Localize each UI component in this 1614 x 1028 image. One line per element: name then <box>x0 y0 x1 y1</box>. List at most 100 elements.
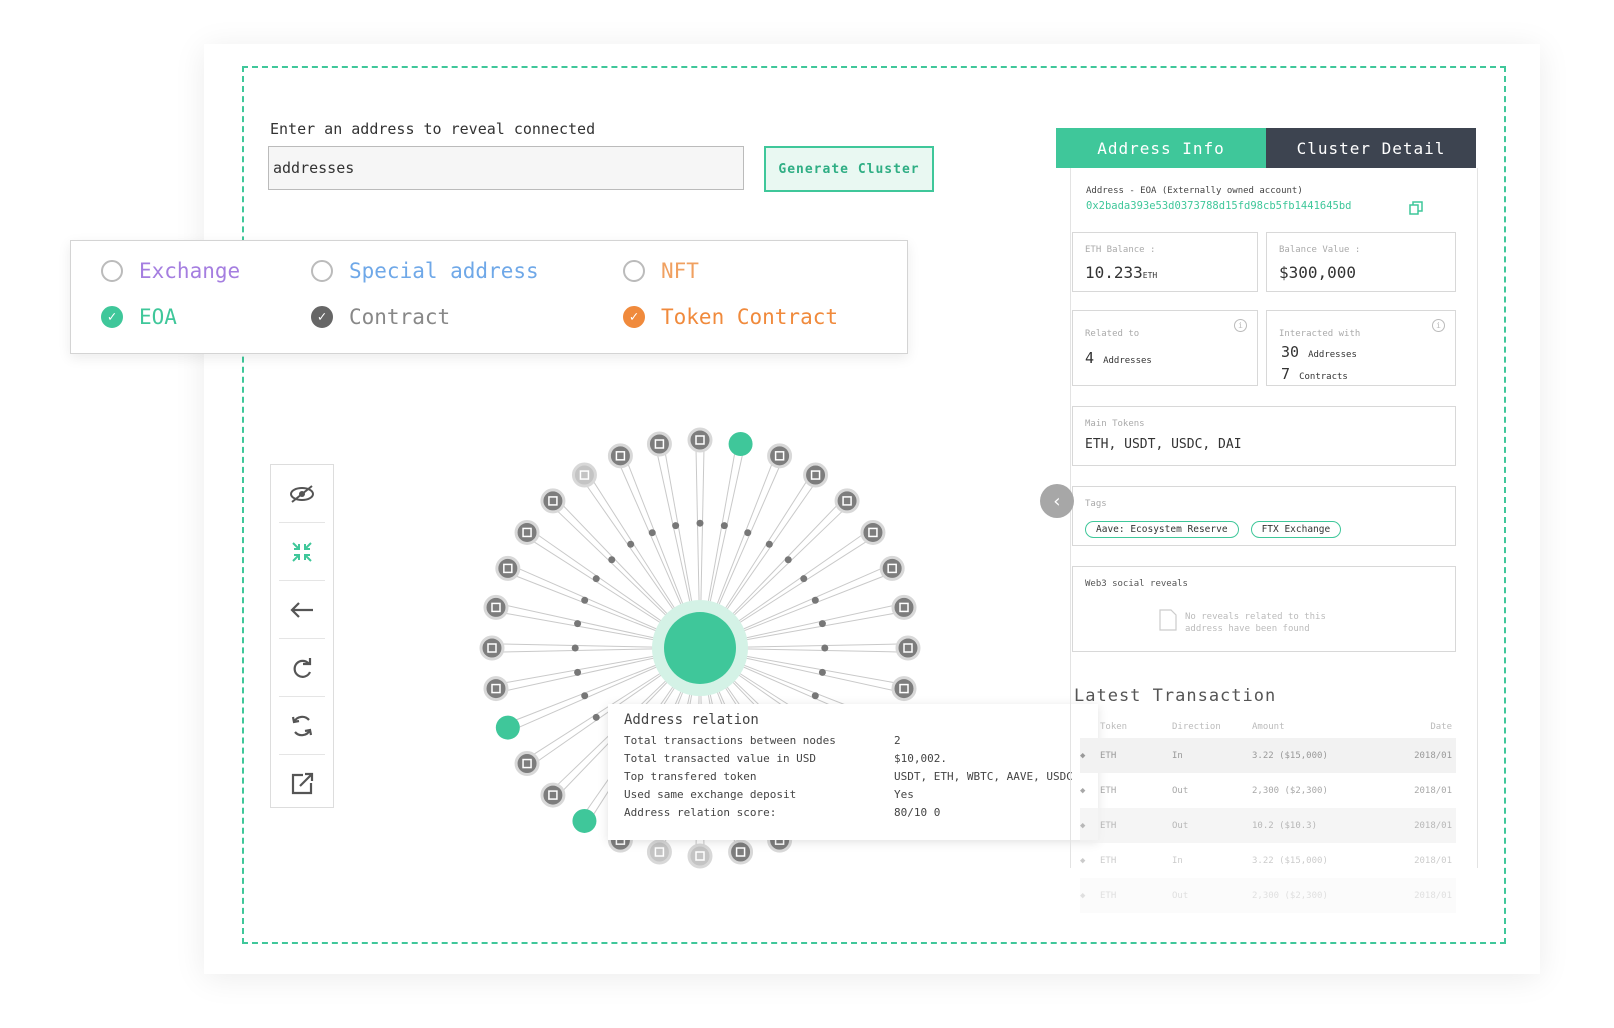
info-icon[interactable]: i <box>1432 319 1445 332</box>
tooltip-row-value: $10,002. <box>894 752 947 765</box>
contract-node[interactable] <box>514 751 540 777</box>
contract-node[interactable] <box>483 676 509 702</box>
info-icon[interactable]: i <box>1234 319 1247 332</box>
edge-arrow <box>818 668 826 676</box>
table-row[interactable]: ◆ ETH Out 10.2 ($10.3) 2018/01 <box>1080 808 1456 843</box>
eoa-node[interactable] <box>572 808 597 833</box>
tooltip-row-value: Yes <box>894 788 914 801</box>
contract-node[interactable] <box>479 635 505 661</box>
eoa-node[interactable] <box>728 431 753 456</box>
tooltip-row-label: Address relation score: <box>624 806 777 819</box>
edge-arrow <box>574 668 582 676</box>
social-empty-text: No reveals related to this address have … <box>1185 612 1326 634</box>
contract-node[interactable] <box>607 443 633 469</box>
edge-arrow <box>608 556 616 564</box>
edge-arrow <box>592 575 600 583</box>
tooltip-row-label: Top transfered token <box>624 770 757 783</box>
exchange-node[interactable] <box>646 839 672 865</box>
contract-node[interactable] <box>514 519 540 545</box>
tooltip-row: Total transacted value in USD $10,002. <box>624 752 947 765</box>
exchange-node[interactable] <box>687 843 713 869</box>
tooltip-row-label: Used same exchange deposit <box>624 788 797 801</box>
edge-arrow <box>821 644 829 652</box>
edge-arrow <box>571 644 579 652</box>
edge-arrow <box>574 620 582 628</box>
contract-node[interactable] <box>803 462 829 488</box>
address-relation-tooltip: Address relation Total transactions betw… <box>608 704 1098 840</box>
balance-value-label: Balance Value : <box>1279 245 1361 255</box>
tooltip-row: Used same exchange deposit Yes <box>624 788 914 801</box>
edge-arrow <box>720 522 728 530</box>
edge-arrow <box>627 540 635 548</box>
column-header: Amount <box>1252 722 1285 732</box>
table-row[interactable]: ◆ ETH Out 2,300 ($2,300) 2018/01 <box>1080 773 1456 808</box>
contract-node[interactable] <box>895 635 921 661</box>
balance-value: $300,000 <box>1279 263 1357 282</box>
contract-node[interactable] <box>891 594 917 620</box>
social-label: Web3 social reveals <box>1085 579 1188 589</box>
contract-node[interactable] <box>879 555 905 581</box>
tooltip-row-value: 80/10 0 <box>894 806 941 819</box>
tab-cluster-detail[interactable]: Cluster Detail <box>1266 128 1476 168</box>
edge-arrow <box>672 522 680 530</box>
tooltip-title: Address relation <box>624 712 759 728</box>
exchange-node[interactable] <box>571 462 597 488</box>
tooltip-row-label: Total transactions between nodes <box>624 734 836 747</box>
tag-chip[interactable]: FTX Exchange <box>1250 521 1342 538</box>
edge-arrow <box>581 596 589 604</box>
edge-arrow <box>592 713 600 721</box>
contract-node[interactable] <box>767 443 793 469</box>
table-row[interactable]: ◆ ETH In 3.22 ($15,000) 2018/01 <box>1080 738 1456 773</box>
tooltip-row: Top transfered token USDT, ETH, WBTC, AAV… <box>624 770 1073 783</box>
table-row[interactable]: ◆ ETH In 3.22 ($15,000) 2018/01 <box>1080 843 1456 878</box>
edge-arrow <box>765 540 773 548</box>
related-label: Related to <box>1085 329 1140 339</box>
eth-icon: ◆ <box>1080 785 1086 796</box>
tags-box: Tags Aave: Ecosystem Reserve FTX Exchange <box>1072 486 1456 546</box>
tooltip-row: Address relation score: 80/10 0 <box>624 806 940 819</box>
balance-value-box: Balance Value : $300,000 <box>1266 232 1456 292</box>
tag-chip[interactable]: Aave: Ecosystem Reserve <box>1085 521 1239 538</box>
edge-arrow <box>784 556 792 564</box>
panel-tabs: Address Info Cluster Detail <box>1056 128 1476 168</box>
center-node[interactable] <box>664 612 736 684</box>
contract-node[interactable] <box>495 555 521 581</box>
edge-arrow <box>581 692 589 700</box>
tooltip-row-value: 2 <box>894 734 901 747</box>
contract-node[interactable] <box>860 519 886 545</box>
table-row[interactable]: ◆ ETH Out 2,300 ($2,300) 2018/01 <box>1080 878 1456 913</box>
contract-node[interactable] <box>646 431 672 457</box>
interacted-box: Interacted with i 30 Addresses 7 Contrac… <box>1266 310 1456 386</box>
column-header: Token <box>1100 722 1128 732</box>
eth-icon: ◆ <box>1080 855 1086 866</box>
contract-node[interactable] <box>540 488 566 514</box>
contract-node[interactable] <box>483 594 509 620</box>
contract-node[interactable] <box>834 488 860 514</box>
latest-transaction-table: Token Direction Amount Date ◆ ETH In 3.2… <box>1080 716 1456 913</box>
eth-icon: ◆ <box>1080 890 1086 901</box>
edge-arrow <box>696 519 704 527</box>
interacted-addresses: 30 Addresses <box>1281 343 1357 361</box>
column-header: Direction <box>1172 722 1221 732</box>
social-reveals-box: Web3 social reveals No reveals related t… <box>1072 566 1456 652</box>
related-value: 4 Addresses <box>1085 349 1152 367</box>
tooltip-row: Total transactions between nodes 2 <box>624 734 901 747</box>
column-header: Date <box>1430 722 1452 732</box>
table-header: Token Direction Amount Date <box>1080 716 1456 738</box>
contract-node[interactable] <box>728 839 754 865</box>
main-tokens-box: Main Tokens ETH, USDT, USDC, DAI <box>1072 406 1456 466</box>
edge-arrow <box>811 692 819 700</box>
edge-arrow <box>744 529 752 537</box>
chevron-left-icon[interactable]: ‹ <box>1040 484 1074 518</box>
interacted-label: Interacted with <box>1279 329 1361 339</box>
contract-node[interactable] <box>687 427 713 453</box>
copy-icon[interactable] <box>1409 200 1423 219</box>
contract-node[interactable] <box>540 782 566 808</box>
tooltip-row-value: USDT, ETH, WBTC, AAVE, USDC <box>894 770 1073 783</box>
contract-node[interactable] <box>891 676 917 702</box>
edge-arrow <box>648 529 656 537</box>
tab-address-info[interactable]: Address Info <box>1056 128 1266 168</box>
eth-balance-value: 10.233ETH <box>1085 263 1158 282</box>
eth-balance-box: ETH Balance : 10.233ETH <box>1072 232 1258 292</box>
eoa-node[interactable] <box>495 715 520 740</box>
